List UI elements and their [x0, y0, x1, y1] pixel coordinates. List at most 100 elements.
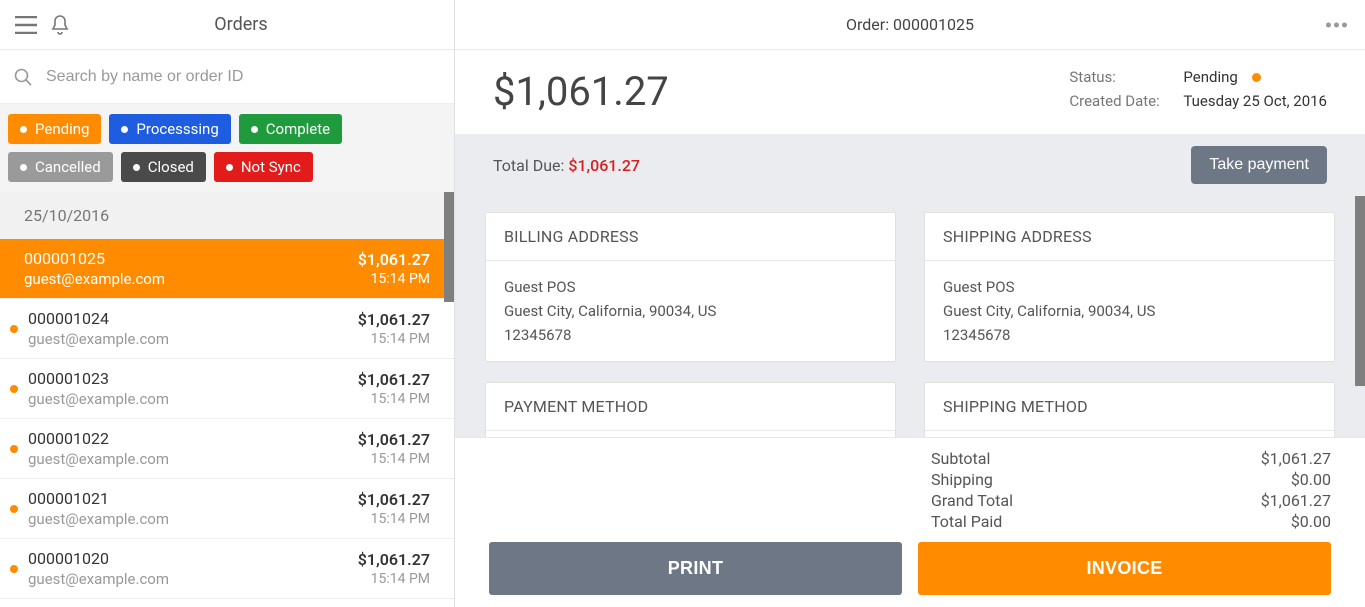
order-email: guest@example.com: [28, 390, 348, 408]
search-row: [0, 50, 454, 104]
billing-card: BILLING ADDRESS Guest POS Guest City, Ca…: [485, 212, 896, 362]
status-dot-icon: [10, 565, 18, 573]
filter-chips: Pending Processsing Complete Cancelled C…: [0, 104, 454, 192]
order-amount: $1,061.27: [358, 370, 430, 389]
filter-pending[interactable]: Pending: [8, 114, 101, 144]
due-row: Total Due: $1,061.27 Take payment: [455, 134, 1365, 196]
right-header: Order: 000001025: [455, 0, 1365, 50]
footer: Subtotal$1,061.27 Shipping$0.00 Grand To…: [455, 437, 1365, 607]
status-dot-icon: [10, 445, 18, 453]
order-amount: $1,061.27: [358, 250, 430, 269]
order-time: 15:14 PM: [358, 391, 430, 407]
chip-label: Pending: [35, 120, 89, 138]
chip-label: Complete: [266, 120, 330, 138]
order-total: $1,061.27: [493, 68, 669, 115]
order-detail-panel: Order: 000001025 $1,061.27 Status: Pendi…: [455, 0, 1365, 607]
more-icon[interactable]: [1326, 22, 1347, 27]
order-item[interactable]: 000001020 guest@example.com $1,061.27 15:14…: [0, 539, 454, 599]
order-time: 15:14 PM: [358, 571, 430, 587]
status-block: Status: Pending Created Date: Tuesday 25…: [1069, 68, 1327, 116]
total-paid-value: $0.00: [1291, 512, 1331, 531]
status-value: Pending: [1183, 68, 1237, 86]
chip-label: Closed: [148, 158, 194, 176]
order-email: guest@example.com: [28, 570, 348, 588]
chip-label: Cancelled: [35, 158, 101, 176]
summary-row: $1,061.27 Status: Pending Created Date: …: [455, 50, 1365, 134]
take-payment-button[interactable]: Take payment: [1191, 146, 1327, 184]
status-dot-icon: [1252, 73, 1261, 82]
total-paid-label: Total Paid: [931, 512, 1002, 531]
filter-notsync[interactable]: Not Sync: [214, 152, 313, 182]
payment-method-card: PAYMENT METHOD €600.00 : Web POS - Cash …: [485, 382, 896, 437]
left-title: Orders: [82, 14, 400, 35]
subtotal-value: $1,061.27: [1261, 449, 1331, 468]
invoice-button[interactable]: INVOICE: [918, 542, 1331, 595]
order-item[interactable]: 000001021 guest@example.com $1,061.27 15:14…: [0, 479, 454, 539]
order-email: guest@example.com: [28, 330, 348, 348]
cards-area[interactable]: BILLING ADDRESS Guest POS Guest City, Ca…: [455, 196, 1365, 437]
order-email: guest@example.com: [28, 450, 348, 468]
order-time: 15:14 PM: [358, 451, 430, 467]
order-id: 000001025: [24, 249, 348, 268]
shipping-header: SHIPPING ADDRESS: [925, 213, 1334, 261]
shipping-line: Guest City, California, 90034, US: [943, 299, 1316, 323]
shipping-method-header: SHIPPING METHOD: [925, 383, 1334, 431]
shipping-name: Guest POS: [943, 275, 1316, 299]
order-header-title: Order: 000001025: [846, 15, 974, 34]
orders-panel: Orders Pending Processsing Complete Canc…: [0, 0, 455, 607]
payment-method-header: PAYMENT METHOD: [486, 383, 895, 431]
billing-line: Guest City, California, 90034, US: [504, 299, 877, 323]
created-value: Tuesday 25 Oct, 2016: [1183, 92, 1327, 110]
status-dot-icon: [10, 385, 18, 393]
order-amount: $1,061.27: [358, 430, 430, 449]
filter-closed[interactable]: Closed: [121, 152, 206, 182]
total-due-label: Total Due:: [493, 156, 568, 175]
order-amount: $1,061.27: [358, 310, 430, 329]
created-label: Created Date:: [1069, 92, 1169, 110]
scrollbar-thumb[interactable]: [444, 192, 454, 302]
order-id: 000001020: [28, 549, 348, 568]
filter-cancelled[interactable]: Cancelled: [8, 152, 113, 182]
search-input[interactable]: [46, 68, 440, 86]
print-button[interactable]: PRINT: [489, 542, 902, 595]
order-time: 15:14 PM: [358, 331, 430, 347]
shipping-method-card: SHIPPING METHOD POS Shipping - Store Pic…: [924, 382, 1335, 437]
order-amount: $1,061.27: [358, 550, 430, 569]
billing-name: Guest POS: [504, 275, 877, 299]
order-time: 15:14 PM: [358, 271, 430, 287]
total-due-value: $1,061.27: [568, 156, 640, 175]
order-id: 000001021: [28, 489, 348, 508]
order-id: 000001024: [28, 309, 348, 328]
chip-label: Processsing: [136, 120, 218, 138]
menu-icon[interactable]: [14, 13, 38, 37]
grand-total-label: Grand Total: [931, 491, 1013, 510]
filter-processing[interactable]: Processsing: [109, 114, 230, 144]
order-list[interactable]: 25/10/2016 000001025 guest@example.com $1,…: [0, 192, 454, 607]
order-email: guest@example.com: [28, 510, 348, 528]
totals-block: Subtotal$1,061.27 Shipping$0.00 Grand To…: [931, 448, 1331, 532]
search-icon: [14, 68, 32, 86]
order-item[interactable]: 000001025 guest@example.com $1,061.27 15:14…: [0, 239, 454, 299]
bell-icon[interactable]: [48, 13, 72, 37]
status-dot-icon: [10, 505, 18, 513]
shipping-phone: 12345678: [943, 323, 1316, 347]
filter-complete[interactable]: Complete: [239, 114, 342, 144]
order-time: 15:14 PM: [358, 511, 430, 527]
chip-label: Not Sync: [241, 158, 301, 176]
order-email: guest@example.com: [24, 270, 348, 288]
order-item[interactable]: 000001024 guest@example.com $1,061.27 15:14…: [0, 299, 454, 359]
left-header: Orders: [0, 0, 454, 50]
shipping-value: $0.00: [1291, 470, 1331, 489]
order-item[interactable]: 000001023 guest@example.com $1,061.27 15:14…: [0, 359, 454, 419]
scrollbar-thumb[interactable]: [1355, 196, 1365, 386]
subtotal-label: Subtotal: [931, 449, 990, 468]
order-id: 000001022: [28, 429, 348, 448]
order-amount: $1,061.27: [358, 490, 430, 509]
status-dot-icon: [10, 325, 18, 333]
order-id: 000001023: [28, 369, 348, 388]
order-item[interactable]: 000001022 guest@example.com $1,061.27 15:14…: [0, 419, 454, 479]
status-label: Status:: [1069, 68, 1169, 86]
grand-total-value: $1,061.27: [1261, 491, 1331, 510]
shipping-card: SHIPPING ADDRESS Guest POS Guest City, C…: [924, 212, 1335, 362]
date-separator: 25/10/2016: [0, 192, 454, 239]
